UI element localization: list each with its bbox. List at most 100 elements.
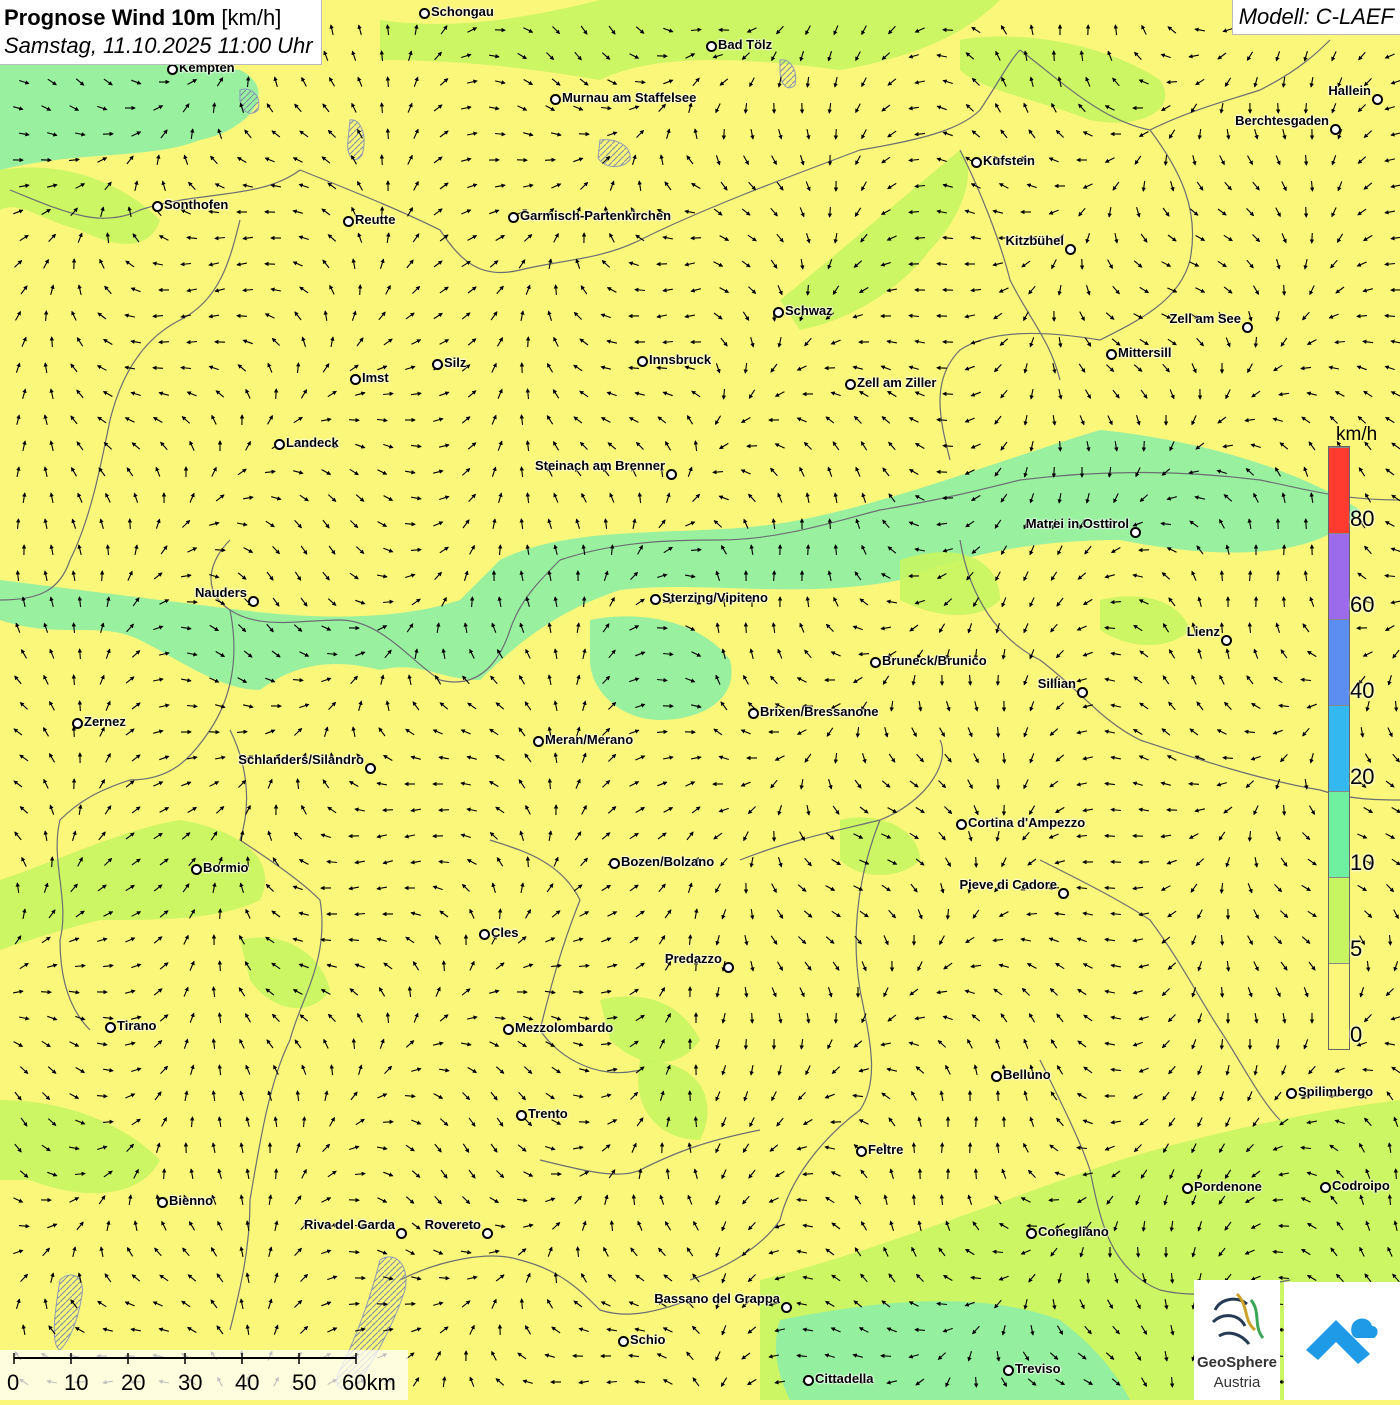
legend-colorbar: [1328, 446, 1350, 1050]
city-label: Berchtesgaden: [1235, 113, 1329, 128]
wind-arrow: [1049, 1200, 1059, 1201]
wind-arrow: [998, 779, 999, 789]
wind-arrow: [1306, 207, 1307, 217]
title-box: Prognose Wind 10m [km/h] Samstag, 11.10.…: [0, 0, 322, 65]
city-label: Bad Tölz: [718, 37, 772, 52]
city-dot-icon: [1330, 124, 1341, 135]
legend-tick-label: 10: [1350, 850, 1374, 876]
city-label: Steinach am Brenner: [535, 458, 665, 473]
map-subtitle: Samstag, 11.10.2025 11:00 Uhr: [4, 32, 313, 60]
wind-arrow: [439, 810, 449, 811]
wind-arrow: [220, 909, 221, 919]
city-label: Brixen/Bressanone: [760, 704, 879, 719]
city-dot-icon: [1058, 888, 1069, 899]
wind-arrow: [360, 285, 361, 295]
wind-arrow: [159, 342, 169, 343]
city-label: Riva del Garda: [304, 1217, 395, 1232]
city-dot-icon: [1130, 527, 1141, 538]
wind-arrow: [1284, 285, 1285, 295]
wind-arrow: [1054, 467, 1055, 477]
legend-tick-label: 5: [1350, 936, 1362, 962]
city-label: Cortina d'Ampezzo: [968, 815, 1085, 830]
wind-arrow: [52, 857, 53, 867]
wind-arrow: [41, 992, 51, 993]
wind-arrow: [1105, 836, 1115, 837]
wind-arrow: [808, 545, 809, 555]
geosphere-icon: [1207, 1290, 1267, 1354]
model-label: Modell: C-LAEF: [1232, 0, 1400, 35]
scale-label: 40: [235, 1370, 259, 1396]
city-dot-icon: [167, 64, 178, 75]
city-label: Belluno: [1003, 1067, 1051, 1082]
wind-arrow: [724, 129, 725, 139]
city-dot-icon: [773, 307, 784, 318]
wind-arrow: [1189, 784, 1199, 785]
city-label: Reutte: [355, 212, 395, 227]
legend-unit: km/h: [1336, 424, 1377, 446]
city-dot-icon: [396, 1228, 407, 1239]
legend-tick-label: 80: [1350, 506, 1374, 532]
legend-tick-label: 40: [1350, 678, 1374, 704]
city-dot-icon: [152, 201, 163, 212]
city-label: Schio: [630, 1332, 665, 1347]
city-dot-icon: [637, 356, 648, 367]
geosphere-logo: GeoSphere Austria: [1194, 1280, 1280, 1400]
city-dot-icon: [105, 1022, 116, 1033]
city-dot-icon: [503, 1024, 514, 1035]
city-dot-icon: [650, 594, 661, 605]
city-dot-icon: [748, 708, 759, 719]
scale-label: 50: [292, 1370, 316, 1396]
legend-color-segment: [1329, 791, 1349, 877]
wind-arrow: [752, 1013, 753, 1023]
city-dot-icon: [482, 1228, 493, 1239]
wind-arrow: [836, 129, 837, 139]
wind-arrow: [1284, 545, 1285, 555]
city-label: Innsbruck: [649, 352, 711, 367]
city-dot-icon: [666, 469, 677, 480]
wind-arrow: [976, 1117, 977, 1127]
scale-bar: 0102030405060km: [0, 1350, 408, 1400]
scale-label: 20: [121, 1370, 145, 1396]
city-dot-icon: [419, 8, 430, 19]
wind-arrow: [1054, 51, 1055, 61]
city-label: Lienz: [1187, 624, 1220, 639]
wind-arrow: [1105, 888, 1115, 889]
city-dot-icon: [479, 929, 490, 940]
wind-arrow: [881, 1356, 891, 1357]
city-label: Murnau am Staffelsee: [562, 90, 696, 105]
wind-arrow: [691, 238, 701, 239]
city-dot-icon: [550, 94, 561, 105]
city-label: Zell am See: [1169, 311, 1241, 326]
city-dot-icon: [516, 1110, 527, 1121]
city-label: Spilimbergo: [1298, 1084, 1373, 1099]
scale-label: 30: [178, 1370, 202, 1396]
city-dot-icon: [432, 359, 443, 370]
city-dot-icon: [508, 212, 519, 223]
city-dot-icon: [1320, 1182, 1331, 1193]
wind-arrow: [943, 394, 953, 395]
city-dot-icon: [618, 1336, 629, 1347]
wind-arrow: [690, 1091, 691, 1101]
legend-tick-label: 0: [1350, 1022, 1362, 1048]
city-label: Treviso: [1015, 1361, 1061, 1376]
wind-arrow: [976, 857, 977, 867]
city-label: Bienno: [169, 1193, 213, 1208]
city-label: Kitzbühel: [1006, 233, 1065, 248]
city-label: Cittadella: [815, 1371, 874, 1386]
city-label: Bruneck/Brunico: [882, 653, 987, 668]
wind-arrow: [1273, 1200, 1283, 1201]
wind-arrow: [130, 519, 131, 529]
city-label: Cles: [491, 925, 518, 940]
wind-arrow: [1278, 571, 1279, 581]
legend-color-segment: [1329, 877, 1349, 963]
wind-arrow: [970, 1143, 971, 1153]
city-dot-icon: [1242, 322, 1253, 333]
wind-arrow: [383, 1122, 393, 1123]
city-dot-icon: [191, 864, 202, 875]
wind-arrow: [545, 160, 555, 161]
city-label: Kufstein: [983, 153, 1035, 168]
logo-sub: Austria: [1194, 1374, 1280, 1391]
city-label: Schwaz: [785, 303, 833, 318]
wind-arrow: [102, 571, 103, 581]
city-dot-icon: [609, 858, 620, 869]
